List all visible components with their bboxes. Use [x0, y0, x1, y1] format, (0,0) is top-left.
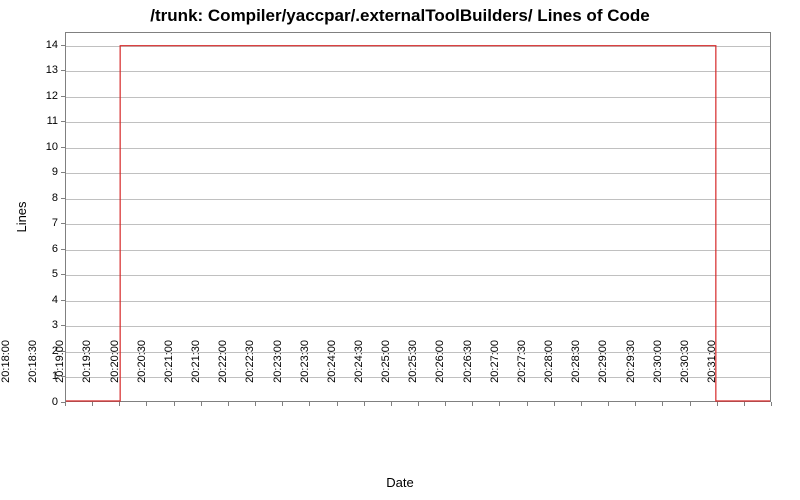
x-tick-label: 20:26:00 — [434, 336, 446, 406]
y-tick-label: 13 — [28, 64, 58, 76]
y-tick-label: 3 — [28, 319, 58, 331]
y-tick-mark — [61, 121, 65, 122]
y-tick-mark — [61, 96, 65, 97]
y-tick-label: 10 — [28, 141, 58, 153]
y-axis-label: Lines — [14, 201, 29, 232]
x-tick-label: 20:27:00 — [489, 336, 501, 406]
x-tick-label: 20:21:30 — [190, 336, 202, 406]
x-tick-label: 20:27:30 — [516, 336, 528, 406]
y-tick-mark — [61, 198, 65, 199]
x-tick-label: 20:25:00 — [380, 336, 392, 406]
x-tick-label: 20:20:00 — [109, 336, 121, 406]
y-tick-mark — [61, 70, 65, 71]
chart-container: /trunk: Compiler/yaccpar/.externalToolBu… — [0, 0, 800, 500]
x-tick-label: 20:18:30 — [27, 336, 39, 406]
x-axis-label: Date — [0, 475, 800, 490]
x-tick-label: 20:31:00 — [706, 336, 718, 406]
y-tick-label: 6 — [28, 243, 58, 255]
x-tick-label: 20:19:30 — [81, 336, 93, 406]
x-tick-mark — [771, 402, 772, 406]
y-tick-mark — [61, 223, 65, 224]
x-tick-label: 20:28:30 — [570, 336, 582, 406]
y-tick-label: 5 — [28, 268, 58, 280]
x-tick-label: 20:20:30 — [136, 336, 148, 406]
x-tick-label: 20:26:30 — [462, 336, 474, 406]
x-tick-label: 20:30:00 — [652, 336, 664, 406]
x-tick-label: 20:30:30 — [679, 336, 691, 406]
x-tick-label: 20:23:00 — [272, 336, 284, 406]
y-tick-mark — [61, 172, 65, 173]
x-tick-label: 20:19:00 — [54, 336, 66, 406]
chart-title: /trunk: Compiler/yaccpar/.externalToolBu… — [0, 6, 800, 26]
y-tick-label: 12 — [28, 90, 58, 102]
x-tick-label: 20:28:00 — [543, 336, 555, 406]
y-tick-label: 8 — [28, 192, 58, 204]
x-tick-label: 20:22:00 — [217, 336, 229, 406]
y-tick-label: 7 — [28, 217, 58, 229]
y-tick-label: 4 — [28, 294, 58, 306]
y-tick-mark — [61, 300, 65, 301]
x-tick-label: 20:23:30 — [299, 336, 311, 406]
x-tick-label: 20:22:30 — [244, 336, 256, 406]
x-tick-label: 20:18:00 — [0, 336, 12, 406]
x-tick-label: 20:25:30 — [407, 336, 419, 406]
x-tick-mark — [744, 402, 745, 406]
x-tick-label: 20:24:00 — [326, 336, 338, 406]
x-tick-label: 20:29:00 — [597, 336, 609, 406]
y-tick-label: 14 — [28, 39, 58, 51]
x-tick-label: 20:29:30 — [625, 336, 637, 406]
y-tick-mark — [61, 45, 65, 46]
y-tick-mark — [61, 325, 65, 326]
y-tick-label: 9 — [28, 166, 58, 178]
y-tick-label: 11 — [28, 115, 58, 127]
x-tick-label: 20:21:00 — [163, 336, 175, 406]
y-tick-mark — [61, 249, 65, 250]
x-tick-label: 20:24:30 — [353, 336, 365, 406]
y-tick-mark — [61, 147, 65, 148]
y-tick-mark — [61, 274, 65, 275]
